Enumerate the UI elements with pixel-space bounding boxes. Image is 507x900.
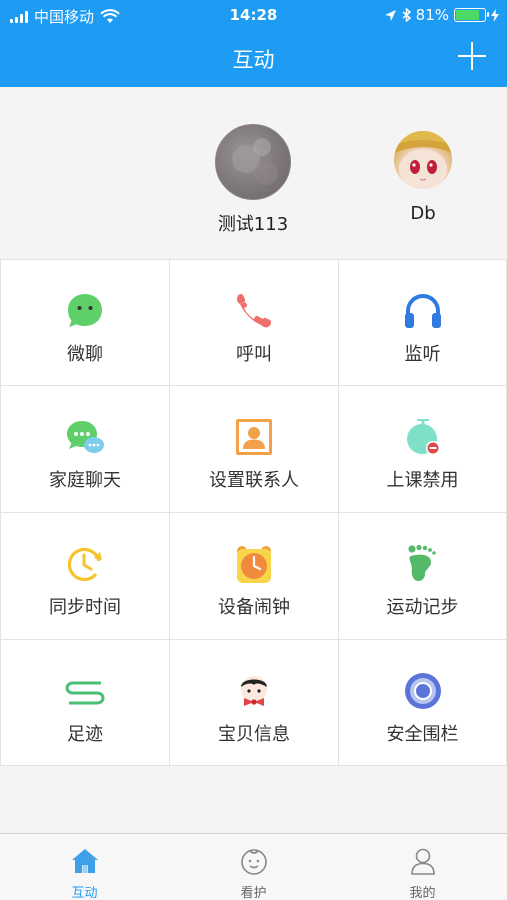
feature-label: 设备闹钟 (218, 597, 290, 618)
device-list: 测试113 Db (0, 87, 507, 259)
feature-label: 安全围栏 (386, 724, 459, 745)
feature-step-count[interactable]: 运动记步 (339, 513, 506, 639)
status-bar: 中国移动 14:28 81% (0, 0, 507, 30)
headphones-icon (404, 294, 441, 328)
feature-label: 上课禁用 (386, 470, 459, 491)
feature-geofence[interactable]: 安全围栏 (339, 640, 506, 765)
feature-sync-time[interactable]: 同步时间 (1, 513, 169, 639)
feature-baby-info[interactable]: 宝贝信息 (170, 640, 338, 765)
feature-family-chat[interactable]: 家庭聊天 (1, 386, 169, 512)
feature-label: 足迹 (67, 724, 103, 745)
clock-sync-icon (67, 547, 102, 582)
tab-label: 互动 (71, 886, 98, 900)
avatar (394, 131, 452, 189)
feature-grid: 微聊 呼叫 监听 家庭聊天 设置联系人 上课禁用 同步时间 设备闹钟 运动记步 … (0, 259, 507, 766)
feature-set-contacts[interactable]: 设置联系人 (170, 386, 338, 512)
feature-label: 家庭聊天 (49, 470, 121, 491)
top-bar: 中国移动 14:28 81% 互动 (0, 0, 507, 87)
device-item[interactable]: Db (382, 131, 464, 224)
feature-label: 微聊 (67, 344, 103, 365)
device-name: Db (410, 203, 436, 224)
battery-icon (454, 8, 489, 22)
charging-icon (491, 8, 499, 22)
gray-photo-avatar (232, 138, 278, 185)
chat-face-icon (68, 294, 102, 327)
feature-call[interactable]: 呼叫 (170, 260, 338, 385)
feature-label: 运动记步 (386, 597, 459, 618)
tab-mine[interactable]: 我的 (338, 834, 507, 900)
tab-care[interactable]: 看护 (169, 834, 338, 900)
geofence-icon (404, 673, 441, 709)
anime-girl-avatar (394, 131, 452, 189)
alarm-clock-icon (237, 546, 271, 583)
phone-icon (237, 294, 271, 328)
device-name: 测试113 (217, 214, 289, 235)
avatar (215, 124, 291, 200)
footprint-icon (407, 544, 436, 582)
feature-wechat-chat[interactable]: 微聊 (1, 260, 169, 385)
tab-interact[interactable]: 互动 (0, 834, 169, 900)
home-icon (71, 849, 98, 873)
baby-info-icon (241, 676, 267, 706)
contact-card-icon (236, 419, 272, 455)
class-ban-icon (406, 419, 440, 455)
group-chat-icon (67, 421, 104, 453)
feature-class-disable[interactable]: 上课禁用 (339, 386, 506, 512)
feature-footprint[interactable]: 足迹 (1, 640, 169, 765)
feature-device-alarm[interactable]: 设备闹钟 (170, 513, 338, 639)
battery-percent: 81% (415, 6, 449, 24)
location-arrow-icon (384, 9, 396, 21)
tab-label: 我的 (409, 886, 436, 900)
feature-label: 监听 (404, 344, 441, 365)
baby-face-icon (240, 849, 267, 875)
device-item[interactable]: 测试113 (205, 124, 301, 236)
plus-icon[interactable] (457, 41, 487, 71)
feature-label: 宝贝信息 (218, 724, 290, 745)
feature-label: 设置联系人 (209, 470, 299, 491)
page-title: 互动 (232, 48, 275, 72)
status-right: 81% (384, 6, 499, 24)
tab-label: 看护 (240, 886, 267, 900)
battery-fill (456, 10, 479, 20)
bluetooth-icon (402, 8, 411, 22)
person-icon (410, 848, 435, 875)
feature-label: 呼叫 (236, 344, 272, 365)
feature-monitor[interactable]: 监听 (339, 260, 506, 385)
tab-bar: 互动 看护 我的 (0, 833, 507, 900)
feature-label: 同步时间 (49, 597, 121, 618)
track-route-icon (65, 681, 105, 705)
